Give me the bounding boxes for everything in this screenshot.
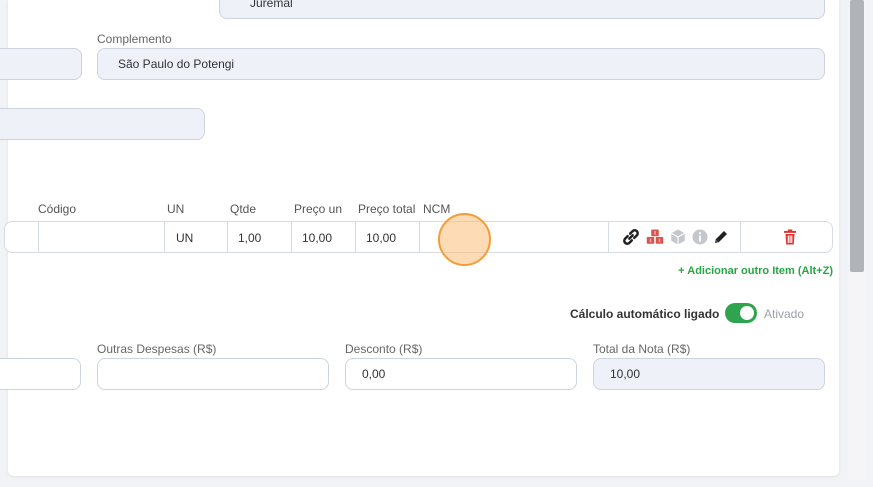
table-row: UN 1,00 10,00 10,00 xyxy=(4,221,833,253)
header-ncm: NCM xyxy=(423,202,451,216)
link-icon[interactable] xyxy=(621,227,641,247)
header-codigo: Código xyxy=(38,202,77,216)
cell-divider xyxy=(355,222,356,252)
cell-divider xyxy=(164,222,165,252)
left-partial-field-2[interactable] xyxy=(0,108,205,140)
cell-divider xyxy=(608,222,609,252)
cell-divider xyxy=(38,222,39,252)
box-icon[interactable] xyxy=(669,228,687,246)
info-icon[interactable] xyxy=(691,228,709,246)
cell-un[interactable]: UN xyxy=(176,231,193,245)
left-partial-field-1[interactable] xyxy=(0,48,82,80)
nfe-form-card: Juremal Complemento São Paulo do Potengi… xyxy=(0,0,839,476)
desconto-input[interactable]: 0,00 xyxy=(345,358,577,390)
header-preco-un: Preço un xyxy=(294,202,343,216)
header-un: UN xyxy=(167,202,185,216)
trash-icon[interactable] xyxy=(781,228,799,246)
scrollbar-thumb[interactable] xyxy=(850,0,864,272)
total-nota-field: 10,00 xyxy=(593,358,825,390)
total-nota-label: Total da Nota (R$) xyxy=(593,342,691,356)
cell-qtde[interactable]: 1,00 xyxy=(238,231,261,245)
cell-divider xyxy=(419,222,420,252)
toggle-knob xyxy=(740,306,754,320)
cell-preco-un[interactable]: 10,00 xyxy=(302,231,332,245)
cell-divider xyxy=(227,222,228,252)
outras-despesas-label: Outras Despesas (R$) xyxy=(97,342,217,356)
cubes-icon[interactable] xyxy=(646,228,664,246)
header-qtde: Qtde xyxy=(230,202,257,216)
cell-preco-total[interactable]: 10,00 xyxy=(366,231,396,245)
outras-despesas-input[interactable] xyxy=(97,358,329,390)
pencil-icon[interactable] xyxy=(712,228,730,246)
cell-divider xyxy=(740,222,741,252)
auto-calc-toggle[interactable] xyxy=(725,303,757,323)
complemento-field[interactable]: São Paulo do Potengi xyxy=(97,48,825,80)
header-preco-total: Preço total xyxy=(358,202,416,216)
left-partial-field-3[interactable] xyxy=(0,358,81,390)
add-item-link[interactable]: + Adicionar outro Item (Alt+Z) xyxy=(678,265,833,277)
cell-divider xyxy=(291,222,292,252)
auto-calc-label: Cálculo automático ligado xyxy=(570,307,720,321)
complemento-label: Complemento xyxy=(97,32,172,46)
auto-calc-state: Ativado xyxy=(764,307,805,321)
desconto-label: Desconto (R$) xyxy=(345,342,423,356)
bairro-field[interactable]: Juremal xyxy=(219,0,825,19)
